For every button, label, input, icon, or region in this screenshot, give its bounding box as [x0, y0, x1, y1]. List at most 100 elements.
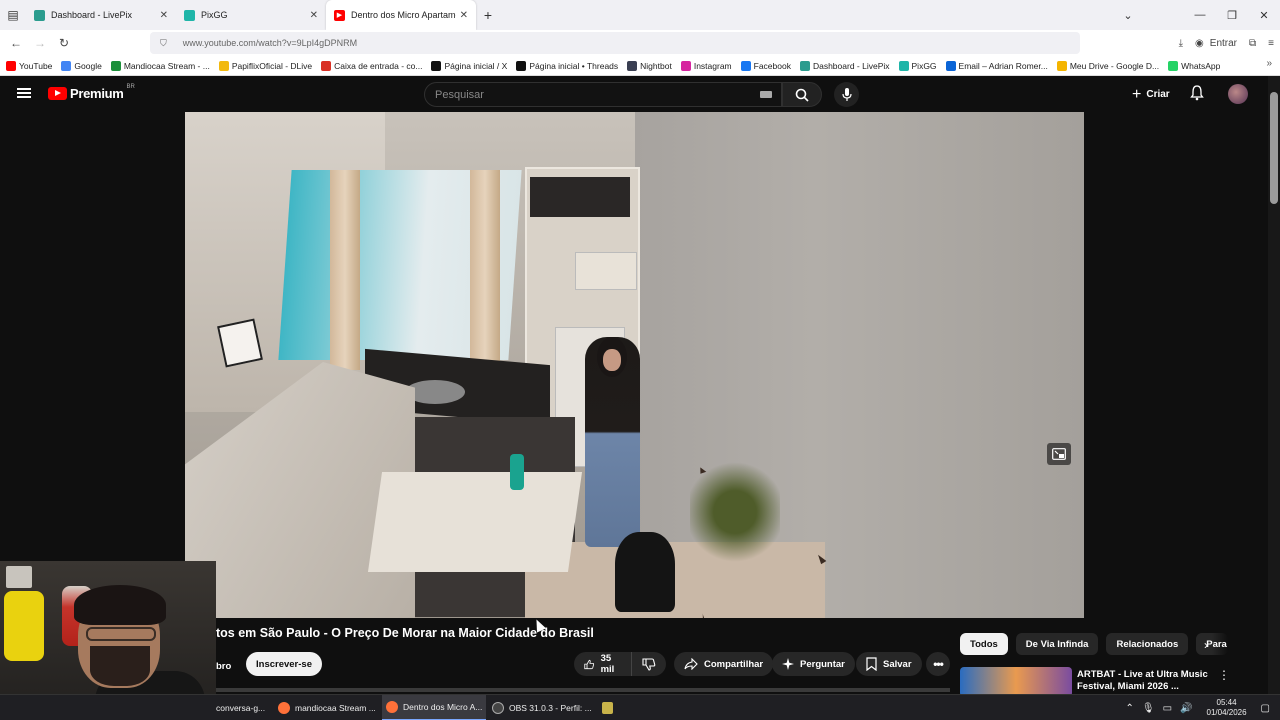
download-icon[interactable]: ⤓ — [1179, 38, 1183, 49]
clock[interactable]: 05:44 01/04/2026 — [1207, 698, 1247, 718]
bookmark-label: WhatsApp — [1181, 60, 1221, 71]
forward-icon[interactable]: → — [28, 36, 52, 50]
more-vertical-icon[interactable]: ⋮ — [1218, 668, 1230, 682]
youtube-logo[interactable]: Premium BR — [48, 84, 135, 101]
taskbar-label: conversa-g... — [216, 703, 266, 713]
bookmark-item[interactable]: Nightbot — [627, 60, 672, 71]
notifications-bell-icon[interactable] — [1190, 85, 1204, 106]
notifications-icon[interactable]: ▢ — [1261, 703, 1270, 714]
recommendation-title[interactable]: ARTBAT - Live at Ultra Music Festival, M… — [1077, 669, 1227, 693]
chevron-right-icon[interactable]: › — [1204, 638, 1208, 652]
avatar[interactable] — [1228, 84, 1248, 104]
bookmark-favicon-icon — [1056, 60, 1067, 71]
youtube-icon: ▶ — [334, 9, 345, 21]
reload-icon[interactable]: ↻ — [52, 36, 76, 50]
taskbar-item-obs[interactable]: OBS 31.0.3 - Perfil: ... — [492, 695, 592, 720]
bookmark-icon — [866, 657, 877, 671]
network-icon[interactable]: ▭ — [1163, 703, 1172, 714]
bookmark-favicon-icon — [6, 60, 16, 71]
clock-time: 05:44 — [1216, 698, 1237, 707]
bookmark-item[interactable]: WhatsApp — [1168, 60, 1221, 71]
chip-all[interactable]: Todos — [960, 633, 1008, 655]
address-bar[interactable]: ⛉ www.youtube.com/watch?v=9LpI4gDPNRM — [150, 32, 1080, 54]
more-bookmarks-icon[interactable]: » — [1266, 58, 1272, 69]
guide-menu-icon[interactable] — [17, 88, 31, 98]
miniplayer-button[interactable] — [1047, 443, 1071, 465]
bookmark-favicon-icon — [680, 60, 691, 71]
video-frame-face — [603, 349, 621, 371]
recommendation-item[interactable]: ARTBAT - Live at Ultra Music Festival, M… — [960, 667, 1260, 697]
tab-dashboard-livepix[interactable]: Dashboard - LivePix ✕ — [26, 0, 176, 30]
back-icon[interactable]: ← — [4, 36, 28, 50]
youtube-play-icon — [48, 87, 67, 100]
bookmark-favicon-icon — [431, 60, 442, 71]
bookmark-label: YouTube — [19, 60, 53, 71]
save-button[interactable]: Salvar — [856, 652, 922, 676]
recommendation-thumbnail[interactable] — [960, 667, 1072, 697]
bookmark-item[interactable]: PapiflixOficial - DLive — [218, 60, 312, 71]
chip-channel[interactable]: De Via Infinda — [1015, 633, 1099, 655]
search-input[interactable]: Pesquisar — [424, 82, 782, 107]
keyboard-icon[interactable] — [760, 91, 772, 98]
extensions-icon[interactable]: ⧉ — [1249, 38, 1256, 49]
taskbar-item-stream[interactable]: mandiocaa Stream ... — [278, 695, 378, 720]
bookmark-item[interactable]: Meu Drive - Google D... — [1056, 60, 1159, 71]
tab-pixgg[interactable]: PixGG ✕ — [176, 0, 326, 30]
create-button[interactable]: + Criar — [1124, 82, 1178, 107]
new-tab-button[interactable]: + — [476, 7, 500, 23]
voice-search-button[interactable] — [834, 82, 859, 107]
share-button[interactable]: Compartilhar — [674, 652, 774, 676]
shield-icon[interactable]: ⛉ — [160, 38, 167, 49]
tab-title: PixGG — [201, 10, 228, 20]
share-label: Compartilhar — [704, 658, 764, 670]
close-icon[interactable]: ✕ — [160, 10, 168, 21]
tab-overview-icon[interactable]: ▤ — [0, 0, 26, 30]
scrollbar-thumb[interactable] — [1270, 92, 1278, 204]
signin-label[interactable]: Entrar — [1210, 38, 1237, 49]
bookmark-item[interactable]: Facebook — [740, 60, 791, 71]
tab-list-icon[interactable]: ⌄ — [1112, 9, 1144, 22]
subscribe-button[interactable]: Inscrever-se — [246, 652, 322, 676]
bookmark-item[interactable]: Email – Adrian Romer... — [945, 60, 1048, 71]
like-button[interactable]: 35 mil — [574, 652, 632, 676]
system-tray: ⌃ 🎙 ▭ 🔊 05:44 01/04/2026 ▢ — [1122, 695, 1280, 720]
bookmark-item[interactable]: Página inicial / X — [431, 60, 507, 71]
bookmark-item[interactable]: Caixa de entrada - co... — [321, 60, 423, 71]
join-button[interactable]: bro — [216, 655, 231, 677]
bookmark-label: Caixa de entrada - co... — [334, 60, 423, 71]
bookmark-item[interactable]: YouTube — [6, 60, 53, 71]
restore-icon[interactable]: ❐ — [1216, 9, 1248, 22]
taskbar: conversa-g... mandiocaa Stream ... Dentr… — [0, 694, 1280, 720]
menu-icon[interactable]: ≡ — [1268, 38, 1274, 49]
microphone-tray-icon[interactable]: 🎙 — [1142, 703, 1155, 714]
close-window-icon[interactable]: ✕ — [1248, 9, 1280, 22]
clock-date: 01/04/2026 — [1206, 708, 1247, 717]
url-text: www.youtube.com/watch?v=9LpI4gDPNRM — [182, 38, 358, 48]
close-icon[interactable]: ✕ — [310, 10, 318, 21]
webcam-hair — [74, 585, 166, 625]
taskbar-item-app[interactable] — [602, 695, 618, 720]
video-player[interactable] — [185, 112, 1084, 618]
bookmark-item[interactable]: PixGG — [898, 60, 937, 71]
pixgg-icon — [184, 9, 195, 21]
close-icon[interactable]: ✕ — [460, 10, 468, 21]
taskbar-item-youtube[interactable]: Dentro dos Micro A... — [382, 695, 486, 720]
bookmark-item[interactable]: Dashboard - LivePix — [799, 60, 890, 71]
account-icon[interactable]: ◉ — [1195, 38, 1204, 49]
volume-icon[interactable]: 🔊 — [1180, 703, 1192, 714]
taskbar-item-conversa[interactable]: conversa-g... — [216, 695, 272, 720]
bookmark-item[interactable]: Página inicial • Threads — [516, 60, 618, 71]
chevron-up-icon[interactable]: ⌃ — [1126, 703, 1134, 714]
ask-button[interactable]: Perguntar — [772, 652, 855, 676]
chip-for-you[interactable]: Para — [1196, 633, 1229, 655]
more-actions-button[interactable]: ••• — [926, 652, 950, 676]
bookmark-item[interactable]: Mandiocaa Stream - ... — [110, 60, 210, 71]
tab-youtube-video[interactable]: ▶ Dentro dos Micro Apartamento ✕ — [326, 0, 476, 30]
more-horizontal-icon: ••• — [933, 657, 944, 671]
chip-related[interactable]: Relacionados — [1106, 633, 1189, 655]
bookmark-item[interactable]: Google — [61, 60, 102, 71]
minimize-icon[interactable]: — — [1184, 9, 1216, 21]
search-button[interactable] — [782, 82, 822, 107]
dislike-button[interactable] — [632, 652, 666, 676]
bookmark-item[interactable]: Instagram — [680, 60, 732, 71]
